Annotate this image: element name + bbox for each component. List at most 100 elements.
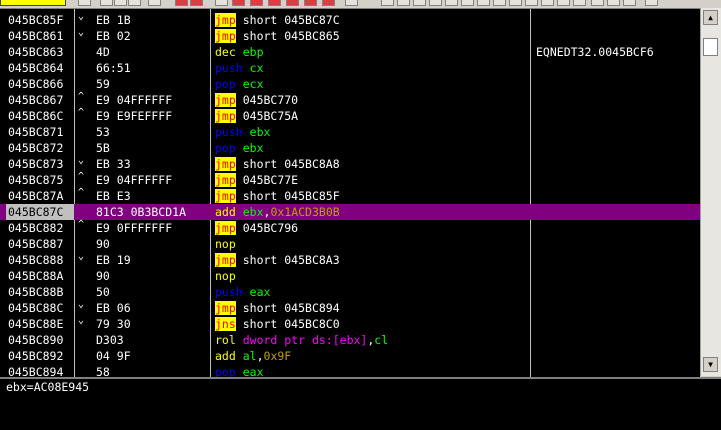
window-button-w[interactable] — [445, 0, 458, 6]
instruction-row[interactable]: 045BC894 58 pop eax — [0, 364, 700, 377]
instruction-address: 045BC894 — [8, 365, 64, 377]
instruction-hex: 53 — [96, 125, 110, 139]
instruction-row[interactable]: 045BC872 5B pop ebx — [0, 140, 700, 156]
instruction-address: 045BC85F — [8, 13, 64, 27]
toolbar-combo[interactable] — [0, 0, 66, 6]
instruction-disassembly: jmp short 045BC8A8 — [215, 156, 340, 172]
window-button-h[interactable] — [461, 0, 474, 6]
window-button-r[interactable] — [541, 0, 554, 6]
window-button-slash[interactable] — [493, 0, 506, 6]
instruction-address: 045BC87A — [8, 189, 64, 203]
scroll-up-icon[interactable]: ▲ — [703, 10, 718, 25]
instruction-mnemonic: jmp — [215, 173, 236, 187]
instruction-hex: 58 — [96, 365, 110, 377]
toolbar-button[interactable] — [100, 0, 113, 6]
goto-icon[interactable] — [322, 0, 335, 6]
disassembly-pane[interactable]: 045BC85F ⌄ EB 1B jmp short 045BC87C 045BC861… — [0, 8, 700, 377]
instruction-row[interactable]: 045BC85F ⌄ EB 1B jmp short 045BC87C — [0, 11, 700, 28]
instruction-row[interactable]: 045BC86C ^ E9 E9FEFFFF jmp 045BC75A — [0, 107, 700, 124]
instruction-hex: E9 04FFFFFF — [96, 173, 173, 187]
instruction-row[interactable]: 045BC88C ⌄ EB 06 jmp short 045BC894 — [0, 299, 700, 316]
instruction-disassembly: jmp short 045BC894 — [215, 300, 340, 316]
window-button-c[interactable] — [477, 0, 490, 6]
instruction-hex: EB 19 — [96, 253, 131, 267]
instruction-operand: , — [256, 349, 264, 363]
instruction-row[interactable]: 045BC875 ^ E9 04FFFFFF jmp 045BC77E — [0, 171, 700, 188]
instruction-row[interactable]: 045BC864 66:51 push cx — [0, 60, 700, 76]
instruction-mnemonic: nop — [215, 269, 236, 283]
toolbar-button[interactable] — [78, 0, 91, 6]
trace-into-icon[interactable] — [268, 0, 281, 6]
instruction-operand: 045BC75A — [242, 109, 299, 123]
instruction-mnemonic: dec — [215, 45, 236, 59]
toolbar-button[interactable] — [148, 0, 161, 6]
jump-down-icon: ⌄ — [78, 315, 85, 326]
instruction-row[interactable]: 045BC88E ⌄ 79 30 jns short 045BC8C0 — [0, 315, 700, 332]
instruction-row[interactable]: 045BC866 59 pop ecx — [0, 76, 700, 92]
instruction-disassembly: jns short 045BC8C0 — [215, 316, 340, 332]
instruction-row[interactable]: 045BC873 ⌄ EB 33 jmp short 045BC8A8 — [0, 155, 700, 172]
instruction-row[interactable]: 045BC887 90 nop — [0, 236, 700, 252]
instruction-row[interactable]: 045BC882 ^ E9 0FFFFFFF jmp 045BC796 — [0, 219, 700, 236]
instruction-row[interactable]: 045BC888 ⌄ EB 19 jmp short 045BC8A3 — [0, 251, 700, 268]
instruction-mnemonic: jmp — [215, 221, 236, 235]
window-button-t[interactable] — [429, 0, 442, 6]
instruction-row[interactable]: 045BC867 ^ E9 04FFFFFF jmp 045BC770 — [0, 91, 700, 108]
scrollbar-thumb[interactable] — [703, 38, 718, 56]
info-text: ebx=AC08E945 — [6, 380, 90, 394]
toolbar-button[interactable] — [623, 0, 636, 6]
help-icon[interactable] — [645, 0, 658, 6]
instruction-row[interactable]: 045BC87A ^ EB E3 jmp short 045BC85F — [0, 187, 700, 204]
instruction-mnemonic: jmp — [215, 253, 236, 267]
instruction-operand: short 045BC894 — [242, 301, 340, 315]
jump-up-icon: ^ — [78, 219, 85, 230]
instruction-row[interactable]: 045BC863 4D dec ebp EQNEDT32.0045BCF6 — [0, 44, 700, 60]
window-button-s[interactable] — [573, 0, 586, 6]
instruction-address: 045BC875 — [8, 173, 64, 187]
instruction-mnemonic: jmp — [215, 29, 236, 43]
instruction-operand: eax — [242, 365, 264, 377]
instruction-mnemonic: add — [215, 205, 236, 219]
instruction-address: 045BC861 — [8, 29, 64, 43]
selected-instruction-row[interactable]: 045BC87C 81C3 0B3BCD1A add ebx,0x1ACD3B0B — [0, 204, 700, 220]
instruction-disassembly: dec ebp — [215, 44, 264, 60]
window-button-l[interactable] — [381, 0, 394, 6]
run-icon[interactable] — [175, 0, 188, 6]
instruction-row[interactable]: 045BC861 ⌄ EB 02 jmp short 045BC865 — [0, 27, 700, 44]
window-button-dots[interactable] — [557, 0, 570, 6]
scroll-down-icon[interactable]: ▼ — [703, 357, 718, 372]
execute-till-return-icon[interactable] — [304, 0, 317, 6]
toolbar-button[interactable] — [128, 0, 141, 6]
jump-up-icon: ^ — [78, 107, 85, 118]
jump-down-icon: ⌄ — [78, 27, 85, 38]
instruction-row[interactable]: 045BC871 53 push ebx — [0, 124, 700, 140]
instruction-hex: 59 — [96, 77, 110, 91]
step-over-icon[interactable] — [250, 0, 263, 6]
instruction-operand: ebx — [242, 205, 264, 219]
toolbar-button[interactable] — [215, 0, 228, 6]
window-button-b[interactable] — [525, 0, 538, 6]
instruction-disassembly: pop ecx — [215, 76, 264, 92]
toolbar-button[interactable] — [591, 0, 604, 6]
instruction-operand: short 045BC8A8 — [242, 157, 340, 171]
instruction-row[interactable]: 045BC88A 90 nop — [0, 268, 700, 284]
vertical-scrollbar[interactable]: ▲ ▼ — [700, 8, 721, 376]
pause-icon[interactable] — [190, 0, 203, 6]
instruction-mnemonic: jmp — [215, 157, 236, 171]
instruction-address: 045BC882 — [8, 221, 64, 235]
window-button-m[interactable] — [413, 0, 426, 6]
instruction-row[interactable]: 045BC890 D303 rol dword ptr ds:[ebx],cl — [0, 332, 700, 348]
instruction-row[interactable]: 045BC892 04 9F add al,0x9F — [0, 348, 700, 364]
window-button-k[interactable] — [509, 0, 522, 6]
window-button-e[interactable] — [397, 0, 410, 6]
step-into-icon[interactable] — [232, 0, 245, 6]
toolbar-button[interactable] — [114, 0, 127, 6]
instruction-mnemonic: push — [215, 61, 243, 75]
toolbar-button[interactable] — [345, 0, 358, 6]
instruction-disassembly: jmp short 045BC8A3 — [215, 252, 340, 268]
instruction-row[interactable]: 045BC88B 50 push eax — [0, 284, 700, 300]
instruction-mnemonic: push — [215, 285, 243, 299]
toolbar-button[interactable] — [607, 0, 620, 6]
trace-over-icon[interactable] — [286, 0, 299, 6]
jump-up-icon: ^ — [78, 91, 85, 102]
